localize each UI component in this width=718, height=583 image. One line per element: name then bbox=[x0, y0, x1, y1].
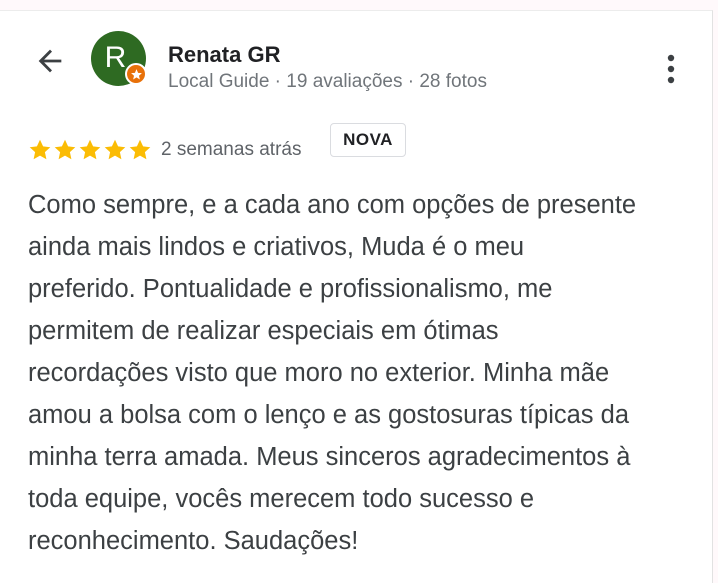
review-text-line: toda equipe, vocês merecem todo sucesso … bbox=[28, 485, 535, 513]
star-icon bbox=[129, 139, 151, 160]
review-text-line: minha terra amada. Meus sinceros agradec… bbox=[28, 443, 631, 471]
more-options-button[interactable] bbox=[656, 49, 686, 89]
review-text: Como sempre, e a cada ano com opções de … bbox=[28, 184, 698, 562]
review-card: R Renata GR Local Guide · 19 avaliações … bbox=[0, 10, 713, 583]
star-rating bbox=[28, 138, 152, 162]
star-icon bbox=[79, 139, 101, 160]
avatar[interactable]: R bbox=[91, 31, 147, 86]
star-icon bbox=[29, 139, 51, 160]
star-icon bbox=[104, 139, 126, 160]
reviewer-meta: Local Guide · 19 avaliações · 28 fotos bbox=[168, 71, 487, 92]
star-icon bbox=[54, 139, 76, 160]
review-text-line: reconhecimento. Saudações! bbox=[28, 527, 359, 555]
back-button[interactable] bbox=[30, 41, 70, 81]
review-text-line: preferido. Pontualidade e profissionalis… bbox=[28, 275, 553, 303]
review-text-line: amou a bolsa com o lenço e as gostosuras… bbox=[28, 401, 630, 429]
review-date: 2 semanas atrás bbox=[161, 139, 302, 160]
local-guide-star-icon bbox=[125, 63, 147, 85]
more-vert-icon bbox=[667, 54, 675, 84]
review-text-line: permitem de realizar especiais em ótimas bbox=[28, 317, 499, 345]
review-text-line: recordações visto que moro no exterior. … bbox=[28, 359, 610, 387]
review-text-line: ainda mais lindos e criativos, Muda é o … bbox=[28, 233, 525, 261]
review-text-line: Como sempre, e a cada ano com opções de … bbox=[28, 191, 637, 219]
avatar-initial: R bbox=[104, 40, 127, 74]
new-badge: NOVA bbox=[330, 123, 406, 157]
reviewer-name[interactable]: Renata GR bbox=[168, 42, 280, 68]
arrow-back-icon bbox=[38, 49, 62, 73]
